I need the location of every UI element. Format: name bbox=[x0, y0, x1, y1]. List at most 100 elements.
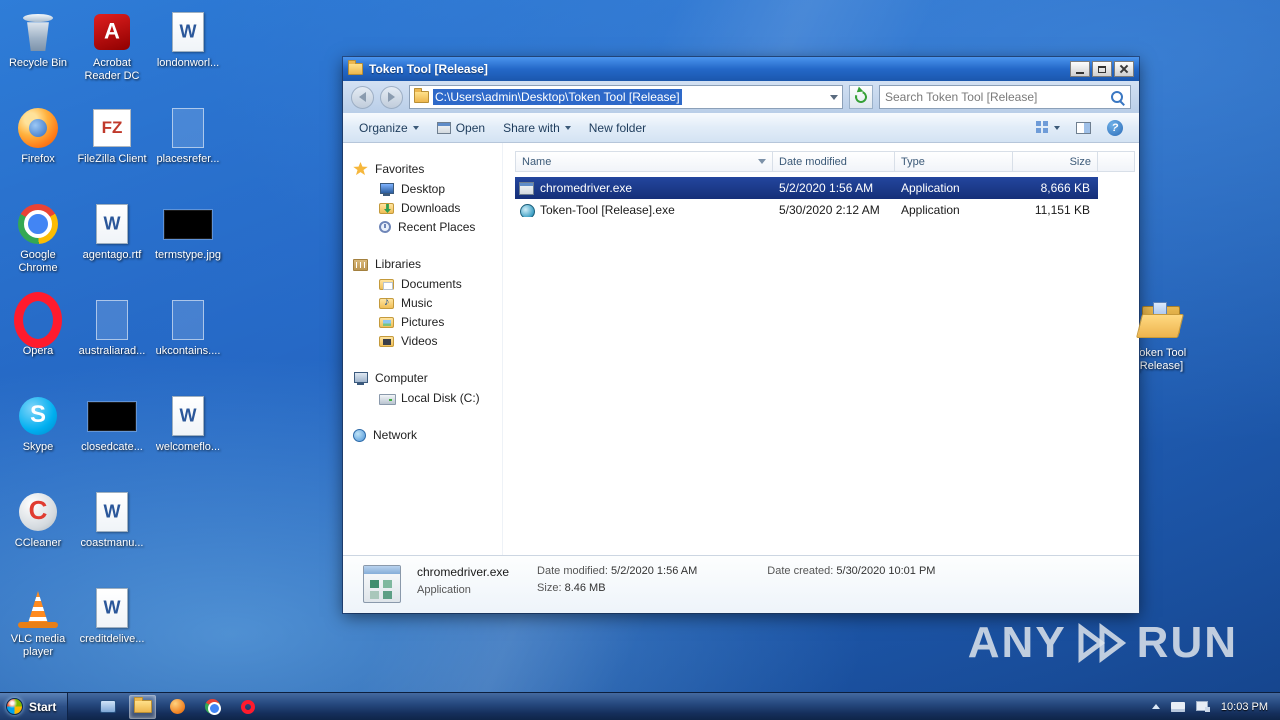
file-name: chromedriver.exe bbox=[540, 181, 633, 195]
desktop-icon-ccleaner[interactable]: CCleaner bbox=[2, 486, 74, 582]
taskbar-explorer-button[interactable] bbox=[129, 694, 157, 719]
minimize-button[interactable] bbox=[1070, 61, 1090, 77]
column-header-size[interactable]: Size bbox=[1013, 151, 1098, 172]
image-thumbnail-icon bbox=[164, 202, 212, 246]
sidebar-label: Computer bbox=[375, 371, 428, 385]
back-arrow-icon bbox=[359, 92, 366, 102]
details-size: Size: 8.46 MB bbox=[537, 582, 697, 594]
open-label: Open bbox=[455, 120, 486, 135]
clock[interactable]: 10:03 PM bbox=[1221, 701, 1268, 713]
sidebar-item-desktop[interactable]: Desktop bbox=[353, 179, 502, 198]
share-with-button[interactable]: Share with bbox=[495, 117, 579, 139]
taskbar-window-button[interactable] bbox=[94, 695, 121, 719]
organize-label: Organize bbox=[359, 120, 408, 135]
search-icon[interactable] bbox=[1110, 90, 1125, 105]
change-view-button[interactable] bbox=[1028, 117, 1068, 138]
details-file-name: chromedriver.exe bbox=[417, 565, 510, 579]
back-button[interactable] bbox=[351, 85, 374, 109]
desktop-icon-coastmanu[interactable]: coastmanu... bbox=[76, 486, 148, 582]
desktop-icon-welcomeflo[interactable]: welcomeflo... bbox=[152, 390, 224, 486]
start-button[interactable]: Start bbox=[0, 693, 69, 720]
maximize-button[interactable] bbox=[1092, 61, 1112, 77]
anyrun-play-icon bbox=[1078, 623, 1126, 663]
desktop-icon-label: Opera bbox=[22, 345, 54, 357]
filter-dropdown-icon[interactable] bbox=[758, 159, 766, 164]
desktop-icon-londonworl[interactable]: londonworl... bbox=[152, 6, 224, 102]
desktop-icon-label: welcomeflo... bbox=[155, 441, 221, 453]
new-folder-button[interactable]: New folder bbox=[581, 117, 654, 139]
column-header-filler bbox=[1098, 151, 1135, 172]
sidebar-item-music[interactable]: Music bbox=[353, 293, 502, 312]
folder-icon bbox=[133, 697, 152, 713]
desktop-icon-label: termstype.jpg bbox=[154, 249, 222, 261]
hidden-icons-chevron[interactable] bbox=[1151, 704, 1160, 709]
sidebar-item-downloads[interactable]: Downloads bbox=[353, 198, 502, 217]
sidebar-item-computer[interactable]: Computer bbox=[353, 368, 502, 388]
open-folder-icon bbox=[1136, 300, 1184, 344]
start-label: Start bbox=[29, 699, 57, 714]
selected-file-icon bbox=[363, 565, 401, 603]
address-dropdown-icon[interactable] bbox=[830, 94, 838, 100]
sidebar-item-network[interactable]: Network bbox=[353, 425, 502, 445]
sidebar-item-libraries[interactable]: Libraries bbox=[353, 254, 502, 274]
desktop-icon-placesrefer[interactable]: placesrefer... bbox=[152, 102, 224, 198]
desktop-icon bbox=[379, 182, 394, 196]
taskbar-chrome-button[interactable] bbox=[199, 695, 226, 719]
libraries-group: Libraries Documents Music Pictures Video… bbox=[353, 254, 502, 350]
sidebar-item-local-disk-c[interactable]: Local Disk (C:) bbox=[353, 388, 502, 407]
firefox-icon bbox=[14, 106, 62, 150]
window-controls bbox=[1070, 61, 1134, 77]
file-name-cell: chromedriver.exe bbox=[515, 181, 773, 195]
sidebar-item-recent-places[interactable]: Recent Places bbox=[353, 217, 502, 236]
desktop-icon-vlc[interactable]: VLC media player bbox=[2, 582, 74, 678]
desktop-icon-creditdelive[interactable]: creditdelive... bbox=[76, 582, 148, 678]
file-row-chromedriver[interactable]: chromedriver.exe 5/2/2020 1:56 AM Applic… bbox=[515, 177, 1098, 199]
desktop-icon-skype[interactable]: Skype bbox=[2, 390, 74, 486]
column-header-date-modified[interactable]: Date modified bbox=[773, 151, 895, 172]
desktop-icon-acrobat[interactable]: Acrobat Reader DC bbox=[76, 6, 148, 102]
desktop-icon-firefox[interactable]: Firefox bbox=[2, 102, 74, 198]
taskbar-media-button[interactable] bbox=[164, 695, 191, 719]
desktop-icon-opera[interactable]: Opera bbox=[2, 294, 74, 390]
column-header-type[interactable]: Type bbox=[895, 151, 1013, 172]
sidebar-item-favorites[interactable]: Favorites bbox=[353, 159, 502, 179]
desktop-icon-recycle-bin[interactable]: Recycle Bin bbox=[2, 6, 74, 102]
forward-button[interactable] bbox=[380, 85, 403, 109]
desktop-icon-google-chrome[interactable]: Google Chrome bbox=[2, 198, 74, 294]
organize-button[interactable]: Organize bbox=[351, 117, 427, 139]
desktop-icon-ukcontains[interactable]: ukcontains.... bbox=[152, 294, 224, 390]
sidebar-item-documents[interactable]: Documents bbox=[353, 274, 502, 293]
refresh-icon bbox=[853, 89, 869, 105]
search-input[interactable] bbox=[885, 90, 1110, 104]
desktop[interactable]: Recycle Bin Firefox Google Chrome Opera … bbox=[0, 0, 1280, 720]
desktop-icon-australiarad[interactable]: australiarad... bbox=[76, 294, 148, 390]
maximize-icon bbox=[1098, 65, 1106, 73]
help-button[interactable] bbox=[1099, 116, 1131, 140]
refresh-button[interactable] bbox=[849, 85, 873, 109]
desktop-icon-filezilla[interactable]: FileZilla Client bbox=[76, 102, 148, 198]
application-file-icon bbox=[519, 181, 534, 195]
date-created-value: 5/30/2020 10:01 PM bbox=[836, 565, 936, 577]
desktop-icon-termstype-jpg[interactable]: termstype.jpg bbox=[152, 198, 224, 294]
desktop-icon-closedcate[interactable]: closedcate... bbox=[76, 390, 148, 486]
details-modified-size: Date modified: 5/2/2020 1:56 AM Size: 8.… bbox=[537, 565, 697, 594]
sidebar-item-pictures[interactable]: Pictures bbox=[353, 312, 502, 331]
search-box[interactable] bbox=[879, 85, 1131, 109]
recent-places-icon bbox=[379, 221, 391, 233]
file-row-token-tool[interactable]: Token-Tool [Release].exe 5/30/2020 2:12 … bbox=[515, 199, 1098, 221]
faded-document-icon bbox=[164, 298, 212, 342]
open-button[interactable]: Open bbox=[429, 117, 493, 139]
taskbar-opera-button[interactable] bbox=[234, 695, 261, 719]
address-bar[interactable]: C:\Users\admin\Desktop\Token Tool [Relea… bbox=[409, 85, 843, 109]
sidebar-item-videos[interactable]: Videos bbox=[353, 331, 502, 350]
title-bar[interactable]: Token Tool [Release] bbox=[343, 57, 1139, 81]
column-header-name[interactable]: Name bbox=[515, 151, 773, 172]
desktop-icon-agentago-rtf[interactable]: agentago.rtf bbox=[76, 198, 148, 294]
close-button[interactable] bbox=[1114, 61, 1134, 77]
desktop-icon-label: Firefox bbox=[21, 153, 55, 165]
network-icon[interactable] bbox=[1195, 701, 1210, 712]
preview-pane-icon bbox=[1076, 121, 1091, 134]
input-indicator-icon[interactable] bbox=[1170, 701, 1185, 712]
address-folder-icon bbox=[414, 88, 429, 103]
preview-pane-button[interactable] bbox=[1068, 118, 1099, 138]
